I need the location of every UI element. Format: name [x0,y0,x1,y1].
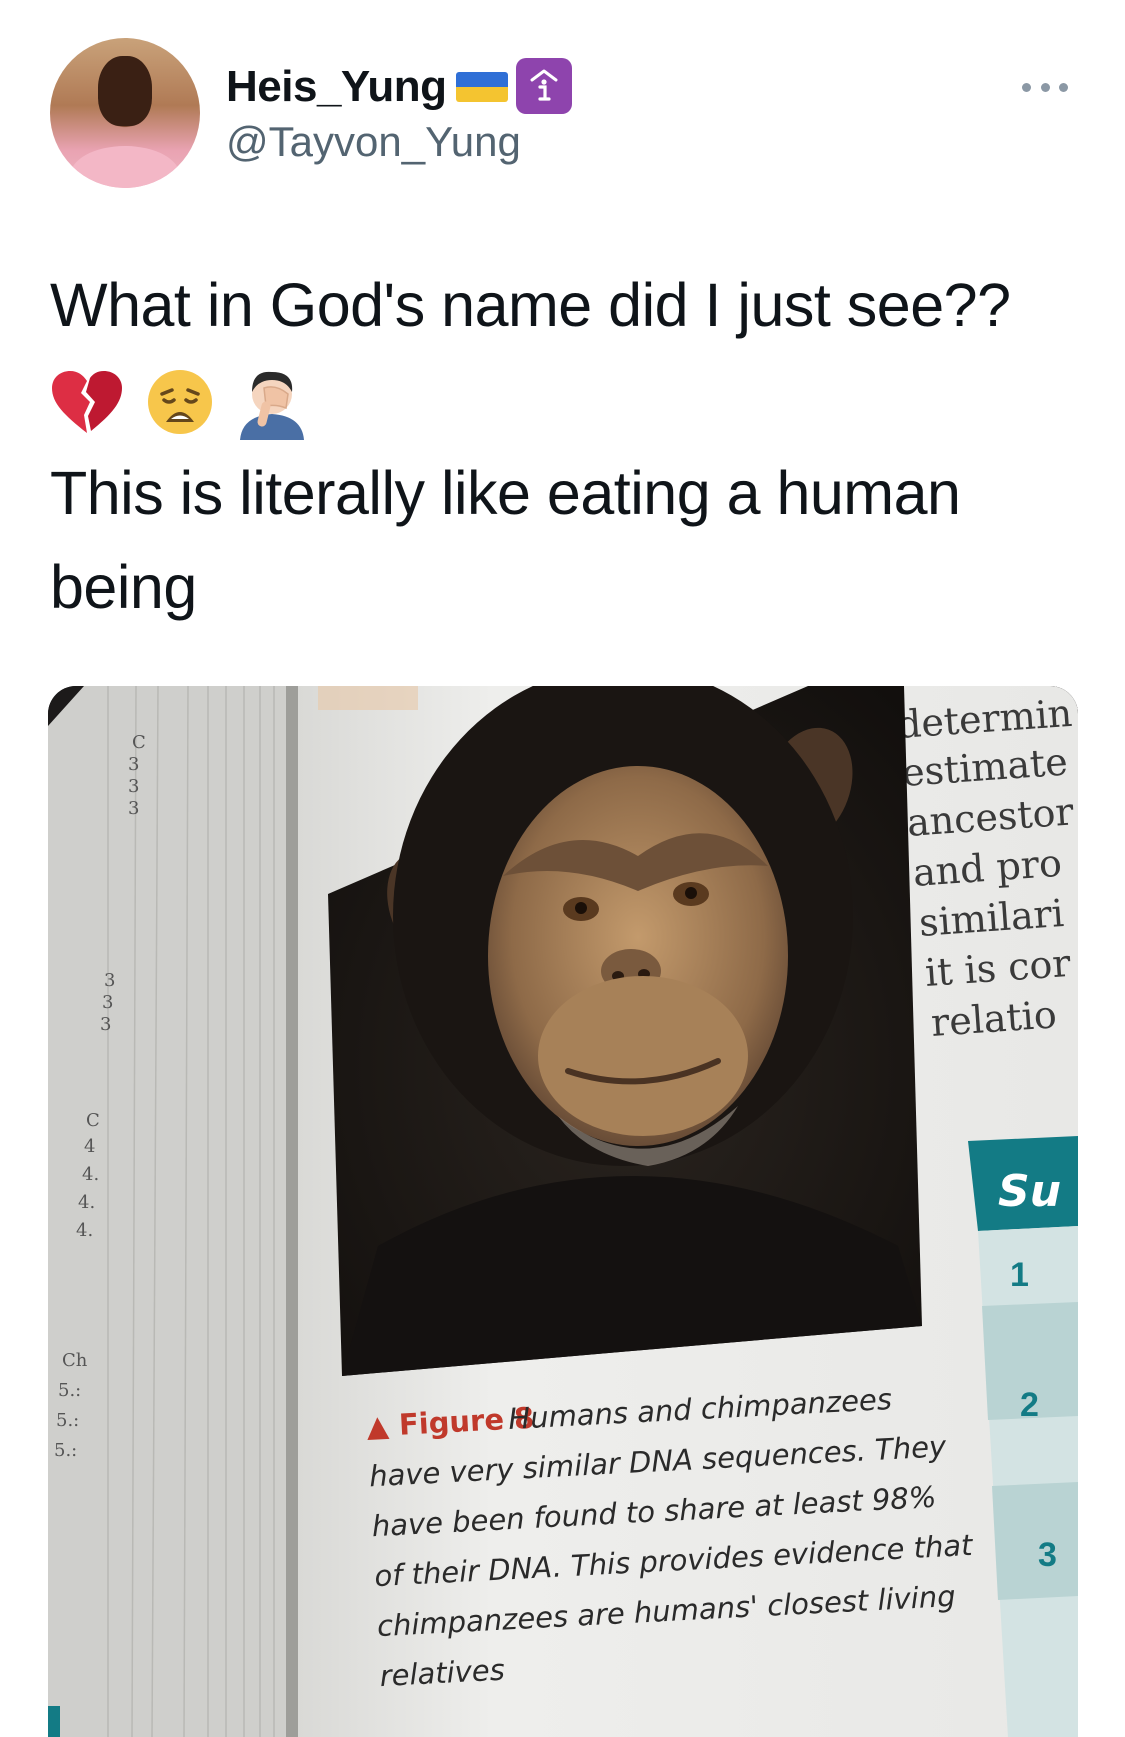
svg-text:5.:: 5.: [54,1440,77,1461]
svg-text:3: 3 [128,776,139,797]
info-badge-icon [516,58,572,114]
svg-text:4.: 4. [76,1220,93,1241]
display-name[interactable]: Heis_Yung [226,62,447,112]
avatar[interactable] [50,38,200,188]
svg-text:relatives: relatives [379,1653,506,1694]
ukraine-flag-icon [456,72,508,102]
emoji-row [50,362,308,442]
svg-text:3: 3 [100,1014,111,1035]
textbook-photo: C 3 3 3 3 3 3 C 4 4. 4. 4. Ch 5.: 5.: 5.… [48,686,1078,1737]
svg-text:C: C [86,1110,100,1131]
svg-text:relatio: relatio [930,992,1059,1045]
more-options-icon[interactable] [1022,80,1068,94]
attached-photo[interactable]: C 3 3 3 3 3 3 C 4 4. 4. 4. Ch 5.: 5.: 5.… [48,686,1078,1737]
svg-text:3: 3 [104,970,115,991]
svg-text:C: C [132,732,146,753]
svg-text:Ch: Ch [62,1350,88,1371]
svg-text:Su: Su [998,1166,1061,1217]
svg-text:3: 3 [1038,1536,1057,1574]
svg-text:1: 1 [1010,1256,1029,1294]
tweet-text-line-1: What in God's name did I just see?? [50,271,1011,339]
user-handle[interactable]: @Tayvon_Yung [226,118,521,166]
tweet-text-line-2: This is literally like eating a human be… [50,459,961,621]
svg-text:3: 3 [128,754,139,775]
weary-face-icon [148,370,212,434]
svg-text:4: 4 [84,1136,95,1157]
svg-text:4.: 4. [82,1164,99,1185]
svg-text:2: 2 [1020,1386,1039,1424]
svg-text:3: 3 [102,992,113,1013]
man-facepalming-icon [240,371,304,440]
svg-text:3: 3 [128,798,139,819]
broken-heart-icon [52,371,122,433]
svg-text:4.: 4. [78,1192,95,1213]
svg-text:5.:: 5.: [58,1380,81,1401]
svg-text:5.:: 5.: [56,1410,79,1431]
